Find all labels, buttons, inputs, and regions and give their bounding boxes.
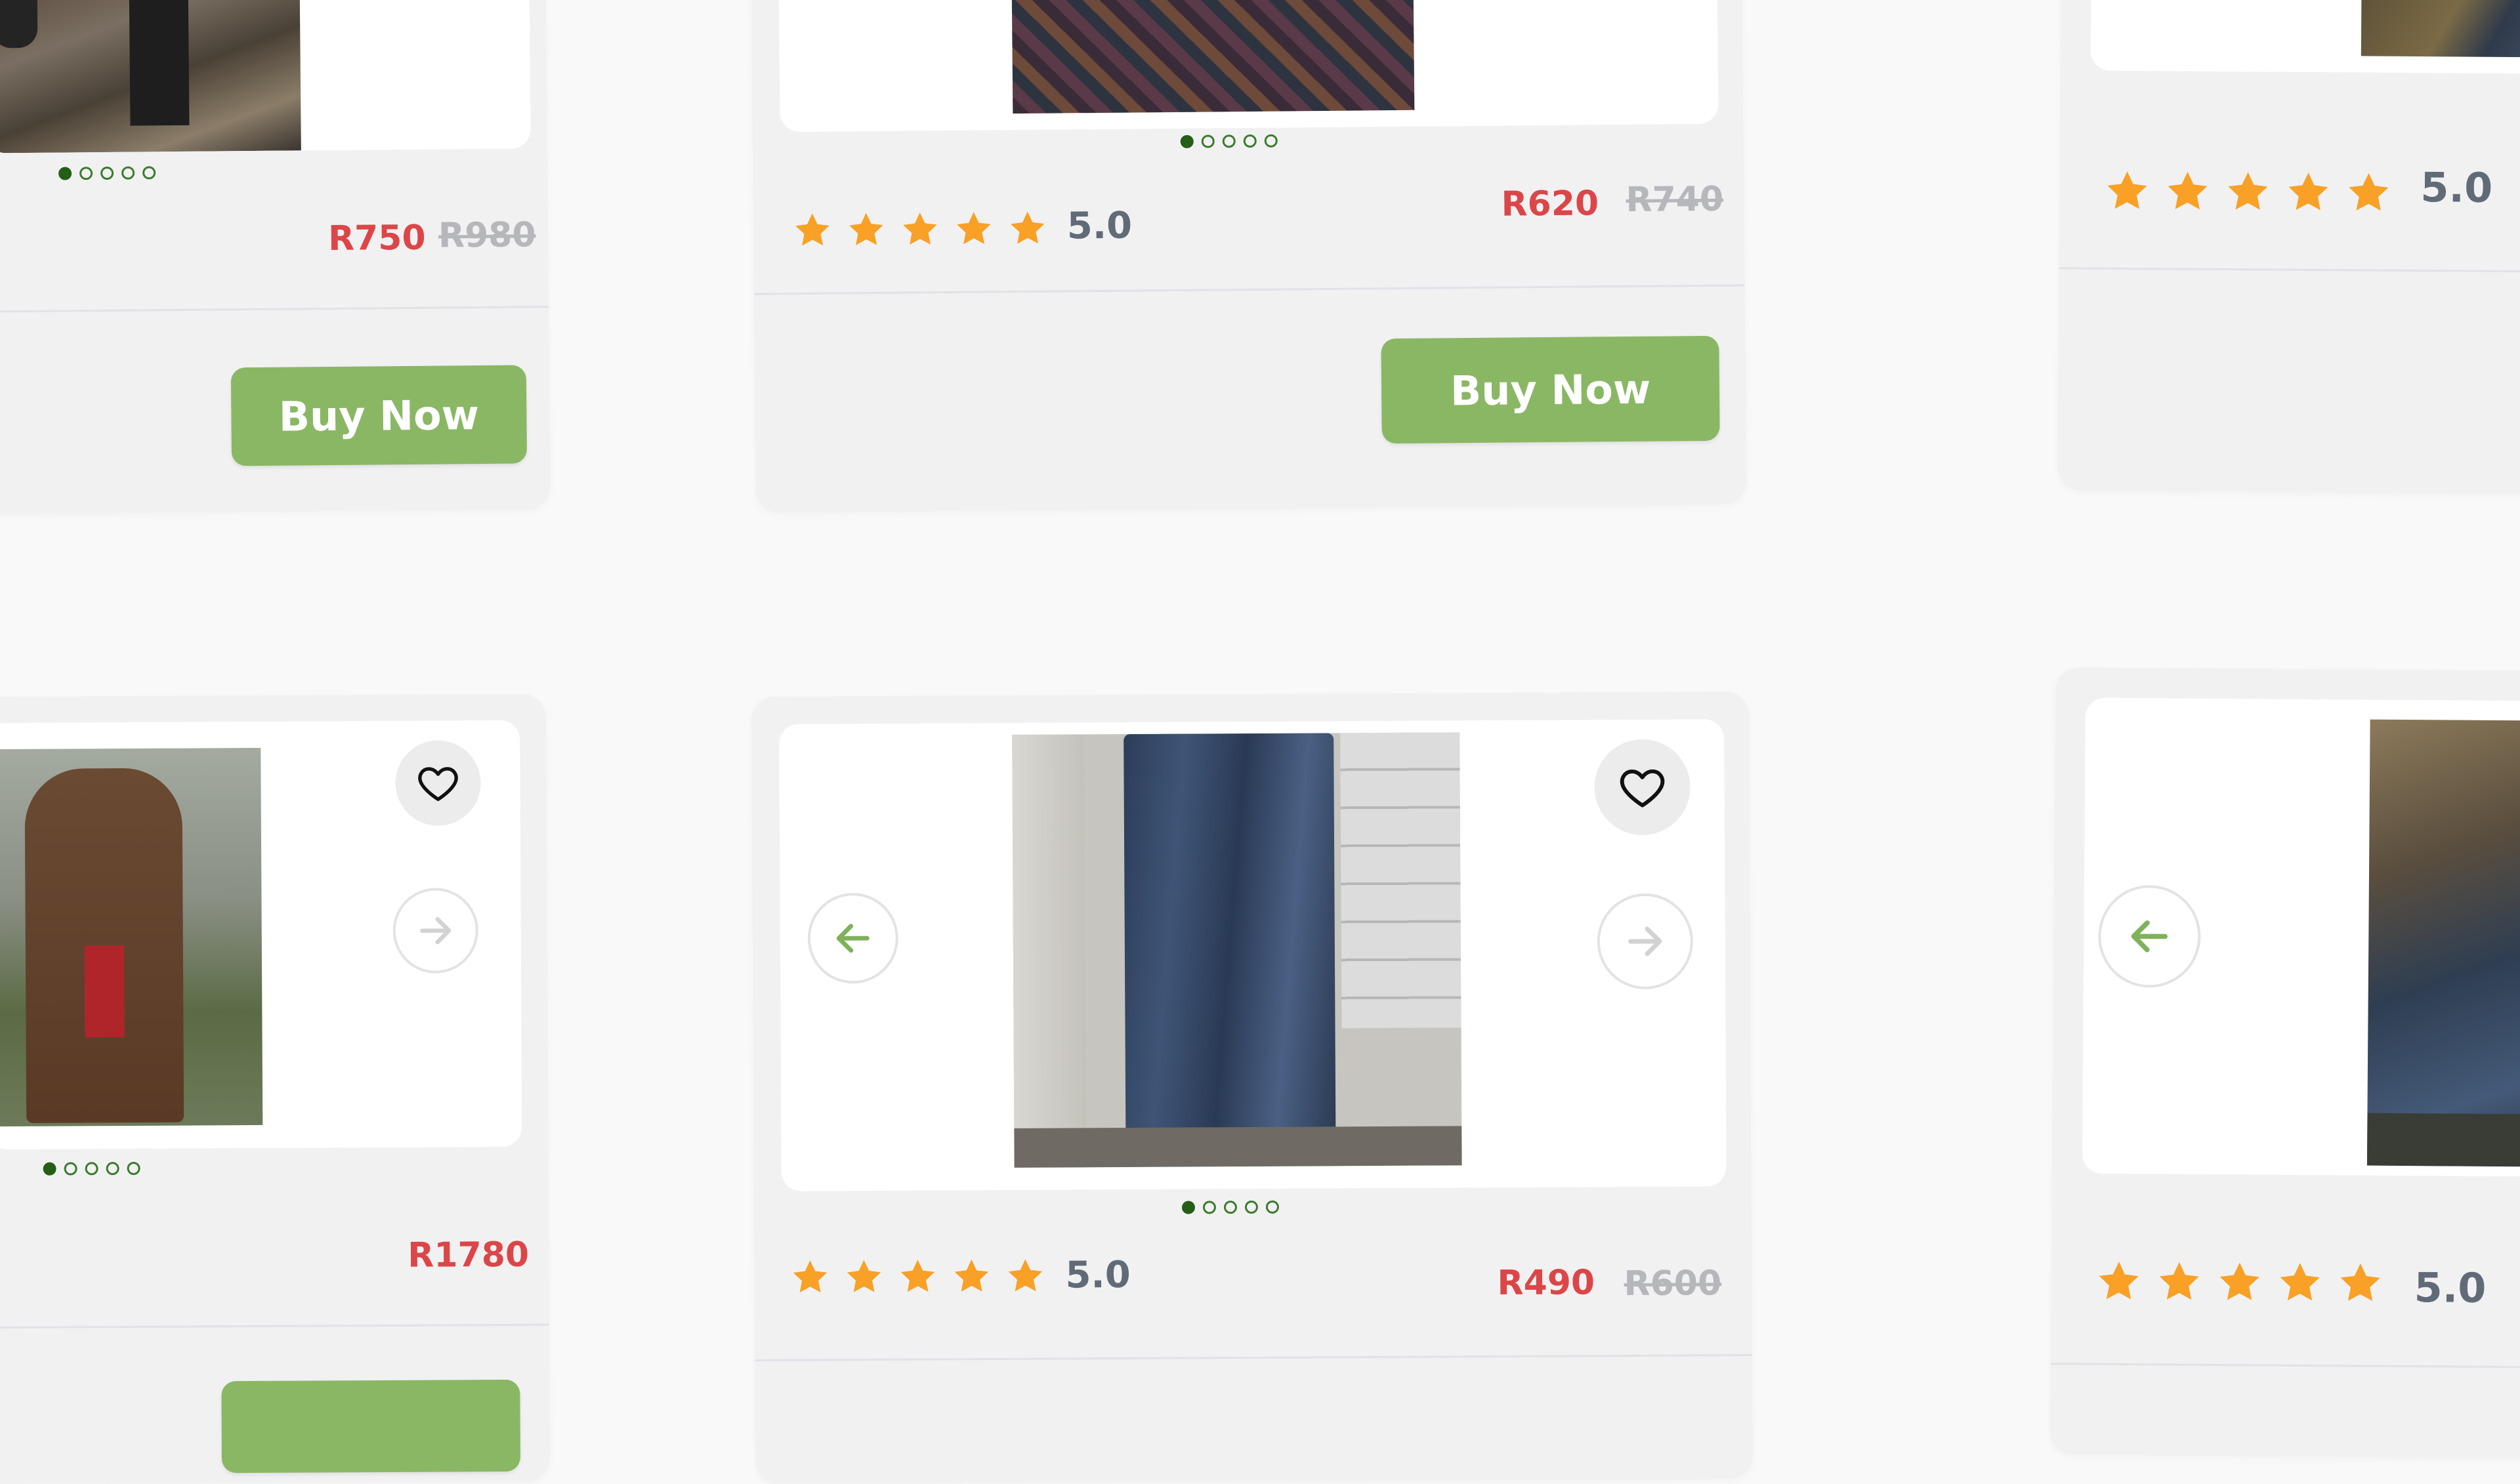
- carousel-dot[interactable]: [1181, 1201, 1196, 1214]
- price-current: R1780: [408, 1235, 530, 1275]
- star-icon: [2095, 1258, 2141, 1304]
- price-original: R740: [1626, 179, 1724, 220]
- carousel-dot[interactable]: [106, 1162, 119, 1176]
- star-icon: [2164, 168, 2210, 214]
- rating-stars: [2104, 168, 2391, 216]
- carousel-dot[interactable]: [142, 166, 156, 180]
- star-icon: [1008, 209, 1048, 249]
- rating-value: 5.0: [1065, 1253, 1131, 1297]
- divider: [0, 306, 549, 313]
- product-card-top-left: R750 R980 Buy Now: [0, 0, 551, 514]
- carousel-dot[interactable]: [43, 1162, 56, 1176]
- star-icon: [790, 1257, 830, 1296]
- carousel-dot[interactable]: [127, 1161, 140, 1176]
- rating-value: 5.0: [1066, 204, 1133, 248]
- star-icon: [898, 1257, 937, 1296]
- rating-value: 5.0: [2414, 1264, 2487, 1312]
- star-icon: [2216, 1259, 2262, 1305]
- price-original: R600: [1624, 1264, 1722, 1304]
- carousel-dot[interactable]: [64, 1162, 77, 1176]
- heart-icon: [415, 760, 461, 806]
- next-image-button[interactable]: [392, 888, 479, 974]
- product-image-panel: [0, 720, 522, 1150]
- carousel-dots: [1180, 134, 1278, 148]
- carousel-dot[interactable]: [1264, 134, 1278, 148]
- carousel-dot[interactable]: [1180, 134, 1194, 148]
- star-icon: [2156, 1258, 2202, 1304]
- product-image-panel: [779, 719, 1727, 1191]
- carousel-dot[interactable]: [1265, 1200, 1280, 1214]
- favorite-button[interactable]: [1594, 739, 1690, 836]
- carousel-dots: [58, 166, 156, 180]
- carousel-dots: [1181, 1200, 1280, 1214]
- star-icon: [2225, 169, 2271, 215]
- price-current: R490: [1497, 1263, 1595, 1304]
- divider: [2050, 1363, 2520, 1369]
- star-icon: [954, 209, 994, 249]
- carousel-dot[interactable]: [1201, 134, 1215, 148]
- carousel-dot[interactable]: [1202, 1201, 1217, 1214]
- carousel-dot[interactable]: [121, 166, 135, 180]
- star-icon: [2337, 1260, 2383, 1306]
- product-image-panel: [2090, 0, 2520, 74]
- buy-now-button[interactable]: Buy Now: [1381, 335, 1720, 444]
- arrow-right-icon: [1620, 917, 1670, 966]
- star-icon: [2285, 169, 2331, 215]
- arrow-left-icon: [829, 914, 877, 962]
- star-icon: [793, 211, 833, 251]
- product-image-panel: [2082, 697, 2520, 1177]
- product-image-panel: [778, 0, 1719, 133]
- rating-stars: [793, 209, 1048, 250]
- star-icon: [844, 1257, 883, 1296]
- product-card-bottom-right: 5.0: [2049, 667, 2520, 1458]
- next-image-button[interactable]: [1597, 893, 1694, 990]
- previous-image-button[interactable]: [807, 892, 899, 984]
- product-photo: [0, 747, 263, 1127]
- price-current: R620: [1501, 184, 1599, 224]
- star-icon: [2345, 169, 2391, 215]
- product-card-bottom-left: R1780: [0, 693, 551, 1484]
- star-icon: [2277, 1260, 2322, 1306]
- rating-stars: [790, 1256, 1045, 1297]
- product-image-panel: [0, 0, 531, 154]
- buy-now-button[interactable]: Buy Now: [230, 365, 528, 466]
- price-original: R980: [438, 215, 536, 256]
- product-photo: [1011, 0, 1415, 114]
- carousel-dot[interactable]: [100, 166, 114, 180]
- carousel-dot[interactable]: [58, 167, 72, 180]
- star-icon: [900, 209, 940, 249]
- favorite-button[interactable]: [395, 740, 481, 826]
- carousel-dot[interactable]: [79, 167, 93, 180]
- rating-value: 5.0: [2420, 163, 2493, 212]
- carousel-dot[interactable]: [1223, 1201, 1238, 1214]
- heart-icon: [1616, 762, 1668, 813]
- divider: [2059, 267, 2520, 273]
- arrow-left-icon: [2122, 909, 2177, 964]
- star-icon: [952, 1256, 991, 1296]
- product-photo: [2361, 0, 2520, 58]
- carousel-dot[interactable]: [85, 1162, 98, 1176]
- arrow-right-icon: [413, 907, 459, 953]
- divider: [0, 1323, 549, 1329]
- divider: [753, 284, 1745, 295]
- carousel-dots: [43, 1161, 140, 1176]
- divider: [755, 1354, 1753, 1361]
- product-photo: [2366, 719, 2520, 1167]
- price-current: R750: [327, 218, 426, 259]
- product-card-top-right: 5.0: [2057, 0, 2520, 494]
- product-card-top-center: 5.0 R620 R740 Buy Now: [751, 0, 1747, 513]
- product-photo: [1012, 732, 1462, 1168]
- star-icon: [847, 210, 887, 250]
- star-icon: [2104, 168, 2150, 214]
- carousel-dot[interactable]: [1222, 134, 1236, 148]
- rating-stars: [2095, 1258, 2383, 1306]
- previous-image-button[interactable]: [2097, 884, 2201, 988]
- carousel-dot[interactable]: [1244, 1200, 1259, 1214]
- product-card-bottom-center: 5.0 R490 R600: [751, 691, 1754, 1484]
- product-photo: [0, 0, 301, 154]
- star-icon: [1005, 1256, 1045, 1296]
- carousel-dot[interactable]: [1243, 134, 1257, 148]
- buy-now-button[interactable]: [221, 1379, 521, 1474]
